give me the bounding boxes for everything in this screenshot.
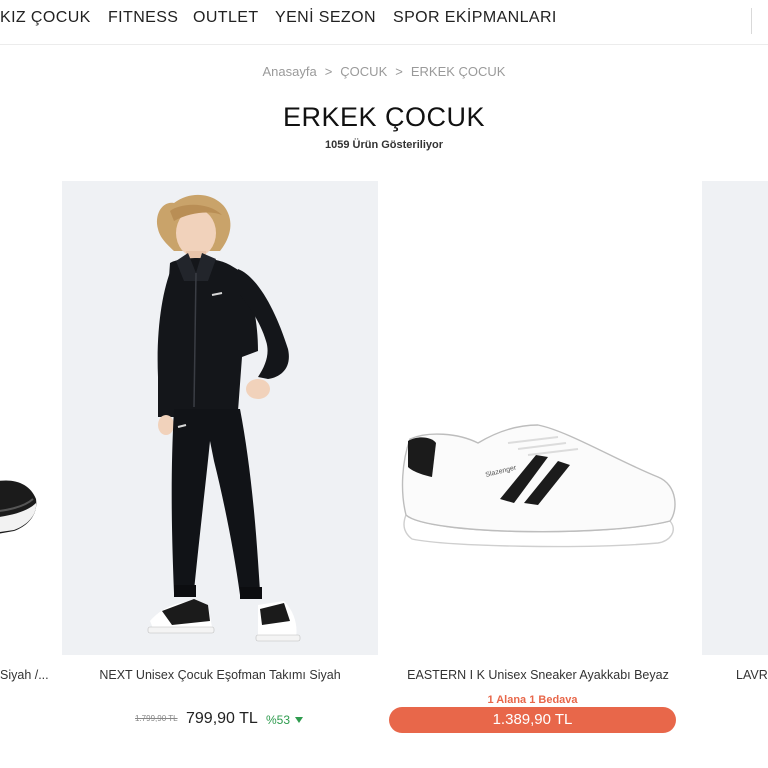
- product-price-badge[interactable]: 1.389,90 TL: [389, 707, 676, 733]
- search-input[interactable]: [751, 8, 768, 34]
- nav-item-kiz-cocuk[interactable]: KIZ ÇOCUK: [0, 9, 91, 27]
- old-price: 1.799,90 TL: [135, 714, 178, 723]
- breadcrumb-erkek-cocuk[interactable]: ERKEK ÇOCUK: [411, 64, 506, 79]
- breadcrumb-separator: >: [324, 64, 333, 79]
- promo-label: 1 Alana 1 Bedava: [487, 694, 578, 706]
- black-sneaker-image: [0, 480, 37, 534]
- nav-item-spor-ekipmanlari[interactable]: SPOR EKİPMANLARI: [393, 9, 557, 27]
- nav-item-yeni-sezon[interactable]: YENİ SEZON: [275, 9, 376, 27]
- breadcrumb-separator: >: [395, 64, 403, 79]
- white-sneaker-image: Slazenger: [401, 424, 676, 548]
- boy-tracksuit-image: [147, 194, 301, 642]
- nav-item-outlet[interactable]: OUTLET: [193, 9, 259, 27]
- breadcrumb-home[interactable]: Anasayfa: [263, 64, 317, 79]
- discount-badge: %53: [266, 713, 291, 727]
- nav-item-fitness[interactable]: FITNESS: [108, 9, 178, 27]
- product-image-tracksuit[interactable]: [62, 181, 378, 655]
- product-image-partial[interactable]: [702, 181, 768, 655]
- product-image-sneaker-white[interactable]: Slazenger: [388, 181, 688, 655]
- product-name[interactable]: LAVR: [736, 668, 768, 682]
- product-name[interactable]: EASTERN I K Unisex Sneaker Ayakkabı Beya…: [388, 668, 688, 682]
- result-count: 1059 Ürün Gösteriliyor: [325, 139, 443, 151]
- breadcrumb-cocuk[interactable]: ÇOCUK: [340, 64, 387, 79]
- product-name[interactable]: Siyah /...: [0, 668, 52, 682]
- product-image-sneaker-black[interactable]: [0, 181, 52, 655]
- product-price: 799,90 TL: [186, 710, 258, 727]
- product-name[interactable]: NEXT Unisex Çocuk Eşofman Takımı Siyah: [62, 668, 378, 682]
- breadcrumb: Anasayfa > ÇOCUK > ERKEK ÇOCUK: [0, 64, 768, 79]
- page-title: ERKEK ÇOCUK: [282, 102, 486, 132]
- top-navigation: KIZ ÇOCUK FITNESS OUTLET YENİ SEZON SPOR…: [0, 0, 768, 45]
- discount-down-arrow-icon: [295, 717, 303, 723]
